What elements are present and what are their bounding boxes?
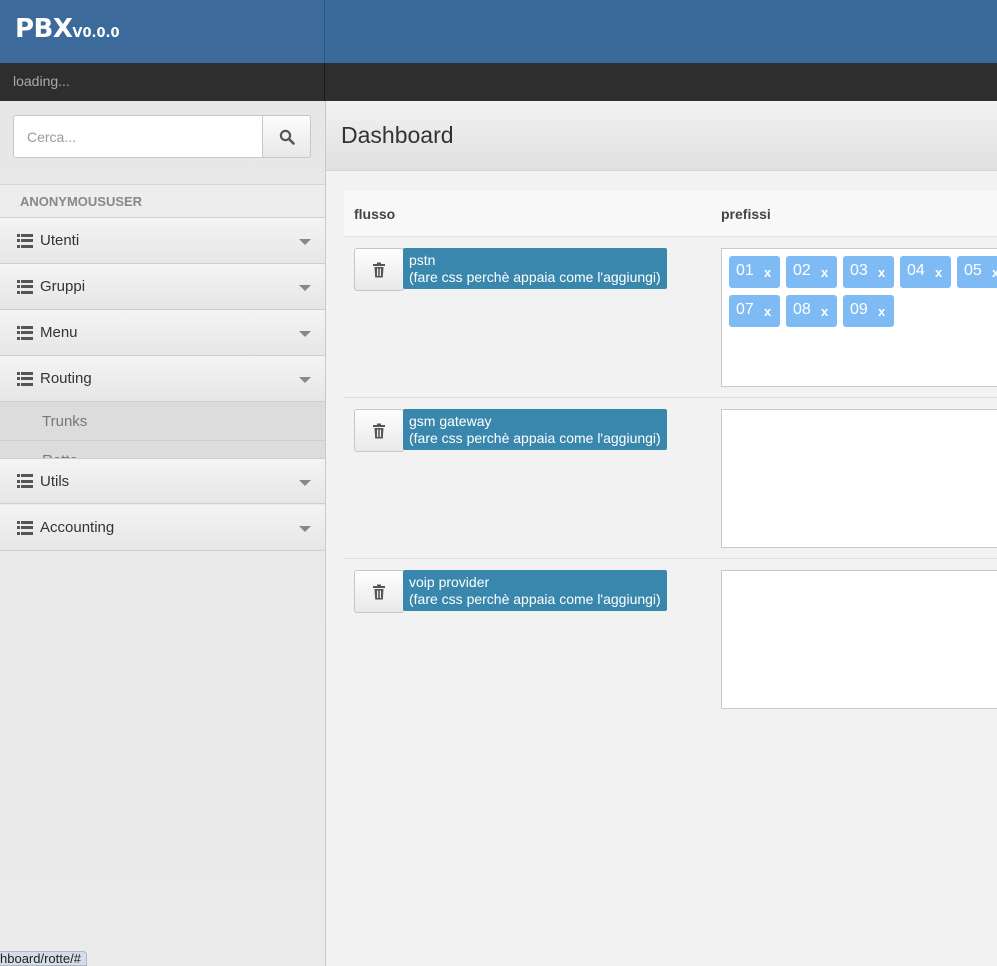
- sidebar-item-label: Gruppi: [40, 278, 86, 295]
- flow-name: pstn: [409, 252, 436, 268]
- link-url-status: hboard/rotte/#: [0, 951, 87, 966]
- delete-button[interactable]: [354, 570, 404, 613]
- search-group: [13, 115, 311, 158]
- prefix-chip: 08 x: [786, 295, 837, 327]
- page-title: Dashboard: [341, 122, 454, 148]
- routing-submenu: Trunks Rotte: [0, 402, 325, 458]
- sidebar-item-label: Menu: [40, 324, 78, 341]
- main-content: Dashboard flusso prefissi pstn (fare css…: [326, 101, 997, 966]
- flow-name: voip provider: [409, 574, 490, 590]
- sidebar-item-label: Accounting: [40, 519, 115, 536]
- flow-note: (fare css perchè appaia come l'aggiungi): [409, 269, 661, 285]
- list-icon: [17, 233, 33, 248]
- chip-remove-button[interactable]: x: [878, 265, 885, 280]
- row-divider: [344, 558, 997, 559]
- sidebar: ANONYMOUSUSER Utenti Gruppi Menu Routing…: [0, 101, 326, 966]
- caret-down-icon: [299, 526, 311, 532]
- list-icon: [17, 474, 33, 488]
- chip-remove-button[interactable]: x: [935, 265, 942, 280]
- chip-label: 01: [736, 262, 754, 279]
- search-input[interactable]: [13, 115, 263, 158]
- list-icon: [17, 371, 33, 386]
- prefix-chip: 05 x: [957, 256, 997, 288]
- prefix-chip: 07 x: [729, 295, 780, 327]
- column-header-flusso: flusso: [354, 206, 396, 222]
- search-button[interactable]: [262, 115, 311, 158]
- chip-label: 04: [907, 262, 925, 279]
- sidebar-item-label: Utils: [40, 472, 70, 490]
- caret-down-icon: [299, 480, 311, 486]
- sidebar-item-routing[interactable]: Routing: [0, 356, 325, 402]
- submenu-item-trunks[interactable]: Trunks: [0, 402, 325, 441]
- brand[interactable]: PBXV0.0.0: [0, 0, 325, 63]
- prefix-input[interactable]: 01 x 02 x 03 x 04 x 05 x 07 x 08 x 09 x: [721, 248, 997, 387]
- page-header: Dashboard: [326, 101, 997, 171]
- delete-button[interactable]: [354, 248, 404, 291]
- chip-remove-button[interactable]: x: [821, 265, 828, 280]
- caret-down-icon: [299, 285, 311, 291]
- loading-text: loading...: [0, 63, 325, 101]
- caret-down-icon: [299, 377, 311, 383]
- flow-name: gsm gateway: [409, 413, 492, 429]
- sidebar-item-label: Routing: [40, 370, 92, 387]
- prefix-chip: 04 x: [900, 256, 951, 288]
- row-divider: [344, 397, 997, 398]
- chip-label: 08: [793, 301, 811, 318]
- chip-remove-button[interactable]: x: [764, 265, 771, 280]
- flow-note: (fare css perchè appaia come l'aggiungi): [409, 430, 661, 446]
- chip-label: 09: [850, 301, 868, 318]
- list-icon: [17, 520, 33, 535]
- search-icon: [279, 129, 295, 145]
- sidebar-item-label: Utenti: [40, 232, 80, 249]
- sidebar-item-gruppi[interactable]: Gruppi: [0, 264, 325, 310]
- delete-button[interactable]: [354, 409, 404, 452]
- list-icon: [17, 325, 33, 340]
- chip-remove-button[interactable]: x: [821, 304, 828, 319]
- list-icon: [17, 279, 33, 294]
- chip-remove-button[interactable]: x: [878, 304, 885, 319]
- prefix-chip: 01 x: [729, 256, 780, 288]
- prefix-chip: 03 x: [843, 256, 894, 288]
- chip-label: 02: [793, 262, 811, 279]
- sidebar-item-utils[interactable]: Utils: [0, 458, 325, 504]
- app-version: V0.0.0: [72, 26, 120, 41]
- submenu-item-rotte[interactable]: Rotte: [0, 441, 325, 458]
- prefix-input[interactable]: [721, 409, 997, 548]
- sidebar-item-menu[interactable]: Menu: [0, 310, 325, 356]
- trash-icon: [373, 584, 385, 599]
- caret-down-icon: [299, 331, 311, 337]
- column-header-prefissi: prefissi: [721, 206, 771, 222]
- chip-remove-button[interactable]: x: [992, 265, 997, 280]
- prefix-input[interactable]: [721, 570, 997, 709]
- sidebar-item-utenti[interactable]: Utenti: [0, 218, 325, 264]
- trash-icon: [373, 423, 385, 438]
- app-name: PBX: [15, 14, 73, 44]
- chip-label: 07: [736, 301, 754, 318]
- flow-label: gsm gateway (fare css perchè appaia come…: [403, 409, 667, 450]
- user-name: ANONYMOUSUSER: [0, 184, 325, 218]
- table-header: flusso prefissi: [344, 191, 997, 237]
- status-bar: loading...: [0, 63, 997, 101]
- sidebar-item-accounting[interactable]: Accounting: [0, 505, 325, 551]
- chip-label: 05: [964, 262, 982, 279]
- flow-label: voip provider (fare css perchè appaia co…: [403, 570, 667, 611]
- trash-icon: [373, 262, 385, 277]
- flow-label: pstn (fare css perchè appaia come l'aggi…: [403, 248, 667, 289]
- chip-label: 03: [850, 262, 868, 279]
- prefix-chip: 02 x: [786, 256, 837, 288]
- caret-down-icon: [299, 239, 311, 245]
- flow-note: (fare css perchè appaia come l'aggiungi): [409, 591, 661, 607]
- prefix-chip: 09 x: [843, 295, 894, 327]
- chip-remove-button[interactable]: x: [764, 304, 771, 319]
- top-navbar: PBXV0.0.0: [0, 0, 997, 63]
